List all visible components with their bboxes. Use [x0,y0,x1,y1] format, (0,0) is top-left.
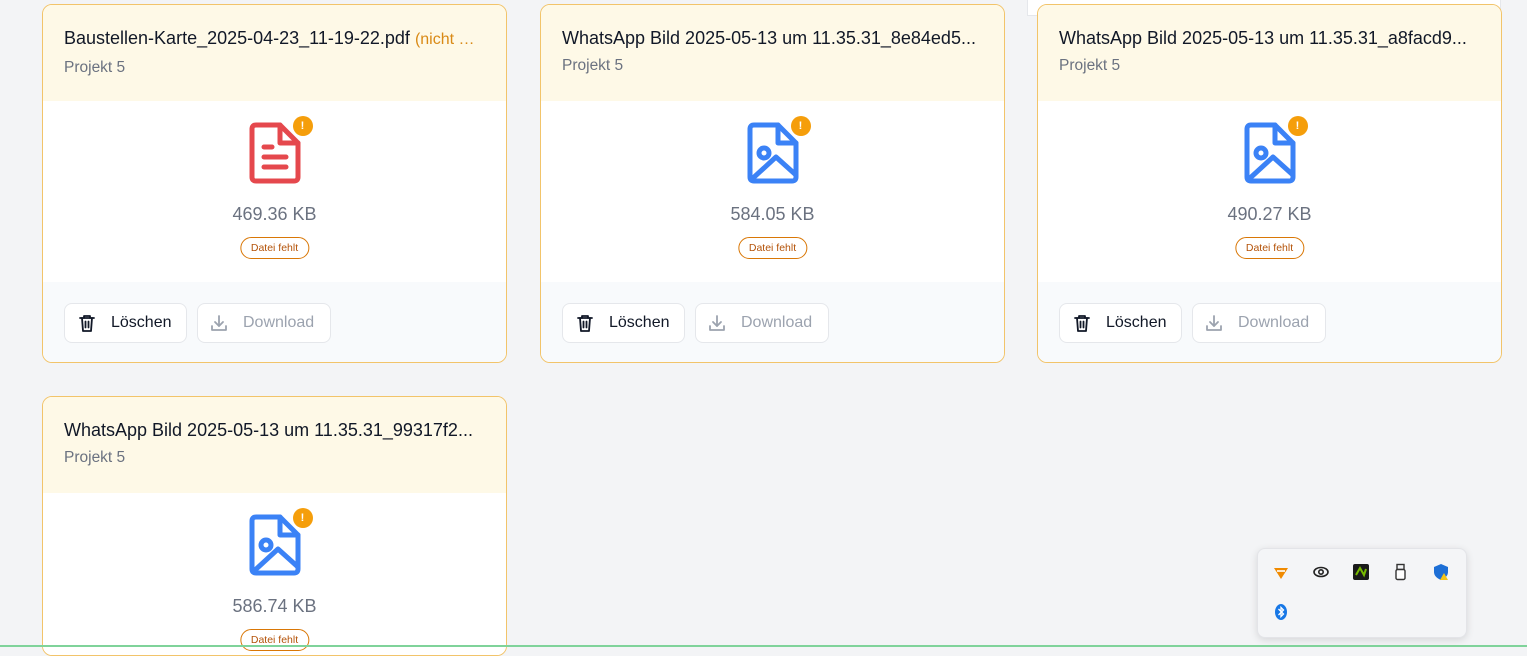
vlc-icon[interactable] [1272,563,1290,581]
trash-icon [1074,315,1090,332]
card-body: ! 490.27 KB Datei fehlt [1038,101,1501,282]
download-button[interactable]: Download [197,303,331,343]
download-label: Download [1238,314,1310,331]
project-name: Projekt 5 [562,57,624,74]
file-card: WhatsApp Bild 2025-05-13 um 11.35.31_a8f… [1037,4,1502,363]
file-title: Baustellen-Karte_2025-04-23_11-19-22.pdf… [64,28,475,48]
system-tray-overflow [1257,548,1467,638]
card-body: ! 469.36 KB Datei fehlt [43,101,506,282]
download-button[interactable]: Download [695,303,829,343]
file-size: 586.74 KB [232,596,317,616]
project-name: Projekt 5 [64,59,126,76]
warning-badge: ! [292,116,313,136]
project-name: Projekt 5 [64,449,126,466]
pdf-document-icon: ! [248,116,313,185]
file-title-note: (nicht … [414,31,475,48]
file-size: 469.36 KB [232,204,317,224]
card-header: Baustellen-Karte_2025-04-23_11-19-22.pdf… [43,5,506,101]
security-shield-icon[interactable] [1432,563,1450,581]
project-name: Projekt 5 [1059,57,1121,74]
download-button[interactable]: Download [1192,303,1326,343]
card-header: WhatsApp Bild 2025-05-13 um 11.35.31_a8f… [1038,5,1501,101]
download-icon [211,315,227,331]
status-badge: Datei fehlt [239,237,310,259]
download-icon [1206,315,1222,331]
download-icon [709,315,725,331]
trash-icon [577,315,593,332]
file-title: WhatsApp Bild 2025-05-13 um 11.35.31_8e8… [562,28,976,48]
cloud-sync-icon[interactable] [1312,563,1330,581]
card-body: ! 584.05 KB Datei fehlt [541,101,1004,282]
download-label: Download [741,314,813,331]
status-badge: Datei fehlt [239,629,310,651]
status-badge: Datei fehlt [737,237,808,259]
file-card: Baustellen-Karte_2025-04-23_11-19-22.pdf… [42,4,507,363]
nvidia-icon[interactable] [1352,563,1370,581]
file-card: WhatsApp Bild 2025-05-13 um 11.35.31_993… [42,396,507,656]
file-card: WhatsApp Bild 2025-05-13 um 11.35.31_8e8… [540,4,1005,363]
card-footer: Löschen Download [43,282,506,362]
delete-label: Löschen [609,314,670,331]
file-title: WhatsApp Bild 2025-05-13 um 11.35.31_a8f… [1059,28,1467,48]
warning-badge: ! [1287,116,1308,136]
delete-button[interactable]: Löschen [1059,303,1182,343]
delete-label: Löschen [111,314,172,331]
card-body: ! 586.74 KB Datei fehlt [43,493,506,655]
trash-icon [79,315,95,332]
card-footer: Löschen Download [541,282,1004,362]
file-size: 584.05 KB [730,204,815,224]
usb-drive-icon[interactable] [1392,563,1410,581]
delete-label: Löschen [1106,314,1167,331]
image-file-icon: ! [746,116,811,185]
image-file-icon: ! [1243,116,1308,185]
download-label: Download [243,314,315,331]
bluetooth-icon[interactable] [1272,603,1290,621]
card-footer: Löschen Download [1038,282,1501,362]
card-header: WhatsApp Bild 2025-05-13 um 11.35.31_8e8… [541,5,1004,101]
delete-button[interactable]: Löschen [562,303,685,343]
file-size: 490.27 KB [1227,204,1312,224]
image-file-icon: ! [248,508,313,577]
file-title: WhatsApp Bild 2025-05-13 um 11.35.31_993… [64,420,473,440]
delete-button[interactable]: Löschen [64,303,187,343]
status-badge: Datei fehlt [1234,237,1305,259]
card-header: WhatsApp Bild 2025-05-13 um 11.35.31_993… [43,397,506,493]
warning-badge: ! [790,116,811,136]
warning-badge: ! [292,508,313,528]
